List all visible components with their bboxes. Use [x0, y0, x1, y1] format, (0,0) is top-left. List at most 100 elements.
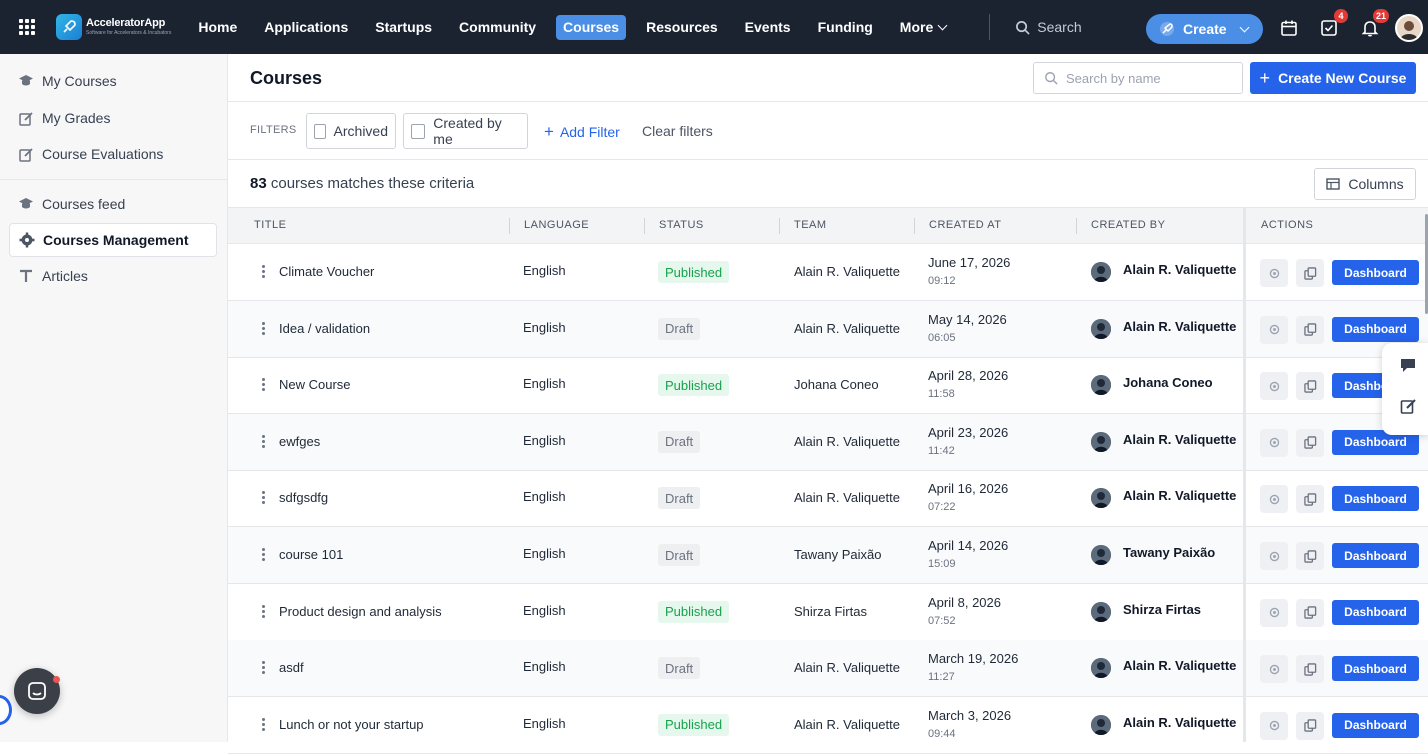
- course-title[interactable]: asdf: [279, 660, 304, 675]
- table-row[interactable]: Lunch or not your startup English Publishe…: [228, 697, 1428, 754]
- settings-button[interactable]: [1260, 315, 1288, 344]
- dashboard-button[interactable]: Dashboard: [1332, 316, 1419, 342]
- table-row[interactable]: ewfges English Draft Alain R. Valiquette Apr…: [228, 413, 1428, 471]
- col-team[interactable]: TEAM: [794, 219, 827, 231]
- dashboard-button[interactable]: Dashboard: [1332, 712, 1419, 738]
- col-resize-handle[interactable]: [779, 218, 780, 234]
- col-language[interactable]: LANGUAGE: [524, 219, 589, 231]
- nav-community[interactable]: Community: [452, 15, 543, 40]
- col-created-at[interactable]: CREATED AT: [929, 219, 1001, 231]
- creator-name[interactable]: Alain R. Valiquette: [1123, 432, 1236, 447]
- row-menu-icon[interactable]: [261, 661, 265, 675]
- settings-button[interactable]: [1260, 428, 1288, 457]
- row-menu-icon[interactable]: [261, 548, 265, 561]
- creator-name[interactable]: Alain R. Valiquette: [1123, 319, 1236, 334]
- created-by-me-checkbox[interactable]: [411, 123, 426, 139]
- chat-widget-button[interactable]: [14, 668, 60, 714]
- duplicate-button[interactable]: [1296, 655, 1324, 684]
- sidebar-item-articles[interactable]: Articles: [9, 259, 217, 293]
- nav-courses[interactable]: Courses: [556, 14, 627, 40]
- col-resize-handle[interactable]: [644, 218, 645, 234]
- sidebar-item-courses-management[interactable]: Courses Management: [9, 223, 217, 257]
- table-row[interactable]: Climate Voucher English Published Alain R. …: [228, 244, 1428, 301]
- bell-icon[interactable]: 21: [1359, 9, 1389, 39]
- dashboard-button[interactable]: Dashboard: [1332, 543, 1419, 568]
- apps-grid-icon[interactable]: [0, 0, 54, 54]
- creator-name[interactable]: Alain R. Valiquette: [1123, 488, 1236, 503]
- table-row[interactable]: Product design and analysis English Publis…: [228, 584, 1428, 641]
- clear-filters-button[interactable]: Clear filters: [642, 123, 713, 139]
- row-menu-icon[interactable]: [261, 321, 265, 335]
- nav-home[interactable]: Home: [191, 15, 244, 40]
- col-title[interactable]: TITLE: [254, 219, 286, 231]
- row-menu-icon[interactable]: [261, 604, 265, 618]
- col-resize-handle[interactable]: [509, 218, 510, 234]
- sidebar-item-my-grades[interactable]: My Grades: [9, 101, 217, 135]
- creator-name[interactable]: Shirza Firtas: [1123, 602, 1201, 617]
- nav-startups[interactable]: Startups: [368, 15, 439, 40]
- course-title[interactable]: ewfges: [279, 434, 320, 449]
- col-resize-handle[interactable]: [1076, 218, 1077, 234]
- dashboard-button[interactable]: Dashboard: [1332, 599, 1419, 625]
- nav-funding[interactable]: Funding: [811, 15, 880, 40]
- dashboard-button[interactable]: Dashboard: [1332, 260, 1419, 285]
- duplicate-button[interactable]: [1296, 542, 1324, 570]
- creator-name[interactable]: Tawany Paixão: [1123, 545, 1215, 560]
- dashboard-button[interactable]: Dashboard: [1332, 656, 1419, 682]
- settings-button[interactable]: [1260, 598, 1288, 627]
- course-title[interactable]: sdfgsdfg: [279, 490, 328, 505]
- help-widget-ring[interactable]: [0, 695, 12, 725]
- settings-button[interactable]: [1260, 542, 1288, 570]
- course-title[interactable]: New Course: [279, 377, 351, 392]
- duplicate-button[interactable]: [1296, 428, 1324, 457]
- nav-more[interactable]: More: [893, 15, 953, 40]
- settings-button[interactable]: [1260, 485, 1288, 514]
- filter-created-by-me[interactable]: Created by me: [403, 113, 528, 149]
- col-created-by[interactable]: CREATED BY: [1091, 219, 1165, 231]
- edit-note-icon[interactable]: [1398, 396, 1418, 416]
- settings-button[interactable]: [1260, 655, 1288, 684]
- nav-applications[interactable]: Applications: [257, 15, 355, 40]
- course-title[interactable]: Climate Voucher: [279, 264, 374, 279]
- user-avatar[interactable]: [1395, 14, 1423, 42]
- col-resize-handle[interactable]: [914, 218, 915, 234]
- global-search[interactable]: Search: [1015, 19, 1082, 35]
- creator-name[interactable]: Alain R. Valiquette: [1123, 715, 1236, 730]
- sidebar-item-course-evaluations[interactable]: Course Evaluations: [9, 137, 217, 171]
- filter-archived[interactable]: Archived: [306, 113, 396, 149]
- settings-button[interactable]: [1260, 711, 1288, 740]
- creator-name[interactable]: Alain R. Valiquette: [1123, 262, 1236, 277]
- nav-events[interactable]: Events: [738, 15, 798, 40]
- table-row[interactable]: New Course English Published Johana Coneo Ap…: [228, 357, 1428, 415]
- row-menu-icon[interactable]: [261, 717, 265, 731]
- app-logo[interactable]: AcceleratorApp Software for Accelerators…: [56, 14, 171, 40]
- add-filter-button[interactable]: + Add Filter: [544, 123, 620, 140]
- duplicate-button[interactable]: [1296, 485, 1324, 514]
- calendar-icon[interactable]: [1278, 17, 1300, 39]
- course-title[interactable]: Idea / validation: [279, 321, 370, 336]
- creator-name[interactable]: Alain R. Valiquette: [1123, 658, 1236, 673]
- search-by-name-input[interactable]: Search by name: [1033, 62, 1243, 94]
- duplicate-button[interactable]: [1296, 315, 1324, 344]
- row-menu-icon[interactable]: [261, 378, 265, 392]
- table-row[interactable]: sdfgsdfg English Draft Alain R. Valiquette A…: [228, 470, 1428, 528]
- table-row[interactable]: asdf English Draft Alain R. Valiquette March…: [228, 640, 1428, 698]
- duplicate-button[interactable]: [1296, 598, 1324, 627]
- duplicate-button[interactable]: [1296, 711, 1324, 740]
- creator-name[interactable]: Johana Coneo: [1123, 375, 1213, 390]
- nav-resources[interactable]: Resources: [639, 15, 725, 40]
- course-title[interactable]: Lunch or not your startup: [279, 717, 424, 732]
- duplicate-button[interactable]: [1296, 259, 1324, 287]
- table-row[interactable]: Idea / validation English Draft Alain R. Va…: [228, 300, 1428, 358]
- settings-button[interactable]: [1260, 259, 1288, 287]
- course-title[interactable]: Product design and analysis: [279, 604, 442, 619]
- sidebar-item-courses-feed[interactable]: Courses feed: [9, 187, 217, 221]
- comment-icon[interactable]: [1398, 355, 1418, 375]
- col-status[interactable]: STATUS: [659, 219, 704, 231]
- sidebar-item-my-courses[interactable]: My Courses: [9, 64, 217, 98]
- columns-button[interactable]: Columns: [1314, 168, 1416, 200]
- row-menu-icon[interactable]: [261, 434, 265, 448]
- table-row[interactable]: course 101 English Draft Tawany Paixão April…: [228, 527, 1428, 584]
- tasks-icon[interactable]: 4: [1318, 9, 1348, 39]
- dashboard-button[interactable]: Dashboard: [1332, 486, 1419, 512]
